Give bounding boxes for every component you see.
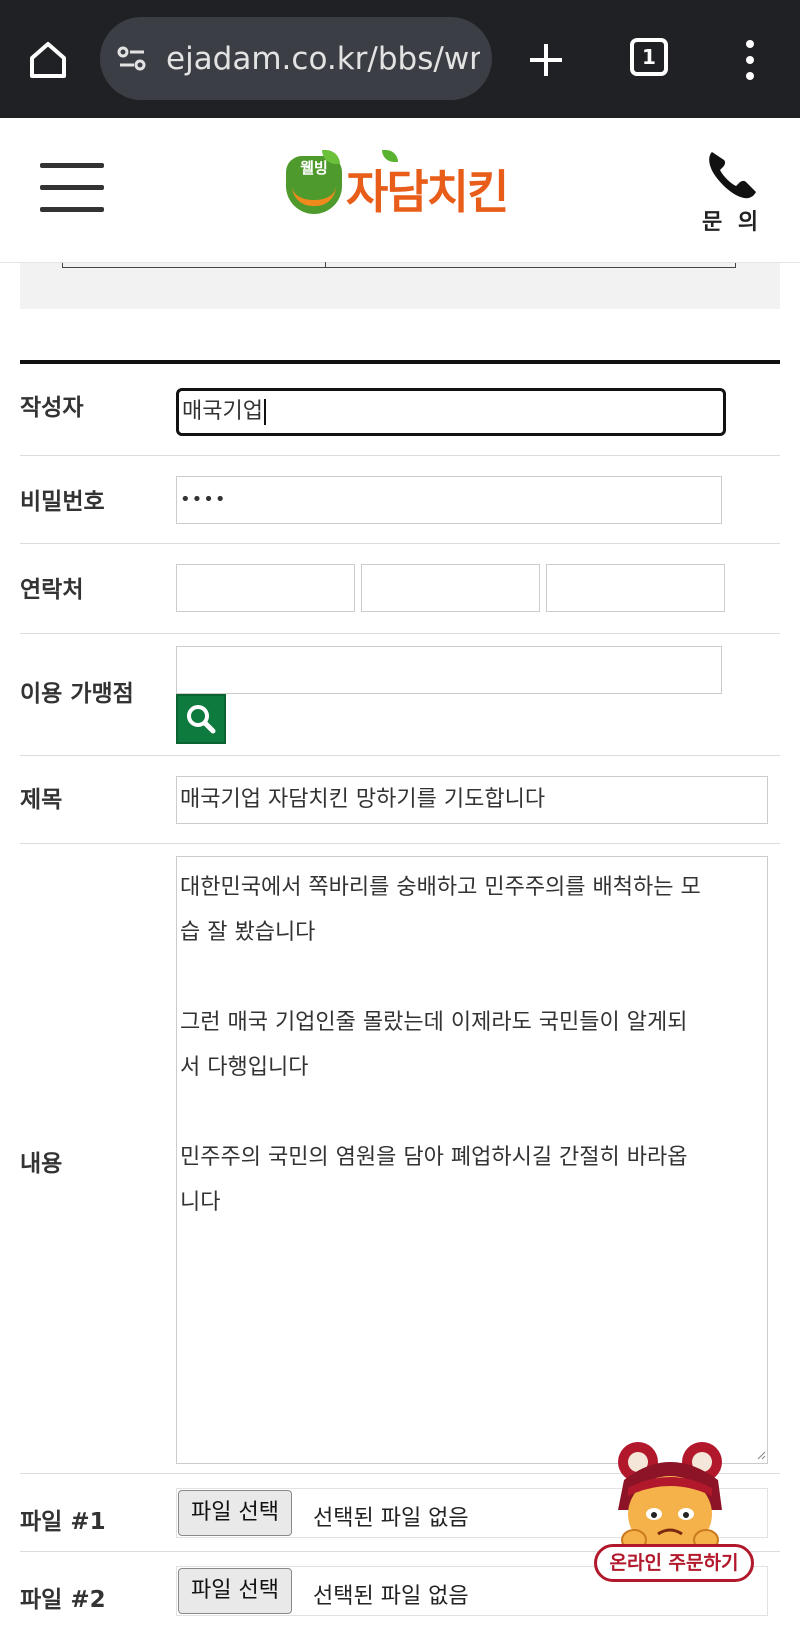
file2-status: 선택된 파일 없음 bbox=[313, 1584, 469, 1609]
subject-input[interactable]: 매국기업 자담치킨 망하기를 기도합니다 bbox=[176, 776, 768, 824]
contact-input-2[interactable] bbox=[361, 564, 540, 612]
phone-icon bbox=[709, 152, 756, 199]
url-text: ejadam.co.kr/bbs/wr bbox=[166, 41, 480, 77]
content-label: 내용 bbox=[20, 1151, 63, 1177]
text-caret bbox=[263, 399, 266, 425]
store-input[interactable] bbox=[176, 646, 722, 694]
store-row: 이용 가맹점 bbox=[20, 634, 780, 756]
subject-row: 제목 매국기업 자담치킨 망하기를 기도합니다 bbox=[20, 756, 780, 844]
file2-label: 파일 #2 bbox=[20, 1587, 106, 1613]
home-icon[interactable] bbox=[26, 38, 70, 82]
site-header: 웰빙 자담치킨 문 의 bbox=[0, 118, 800, 263]
author-input[interactable]: 매국기업 bbox=[176, 388, 726, 436]
site-logo[interactable]: 웰빙 자담치킨 bbox=[284, 150, 516, 224]
content-textarea[interactable]: 대한민국에서 쪽바리를 숭배하고 민주주의를 배척하는 모 습 잘 봤습니다 그… bbox=[176, 856, 768, 1464]
password-input[interactable]: •••• bbox=[176, 476, 722, 524]
content-row: 내용 대한민국에서 쪽바리를 숭배하고 민주주의를 배척하는 모 습 잘 봤습니… bbox=[20, 844, 780, 1474]
phone-label: 문 의 bbox=[702, 210, 760, 235]
phone-inquiry-button[interactable]: 문 의 bbox=[700, 146, 760, 236]
password-label: 비밀번호 bbox=[20, 489, 105, 515]
browser-toolbar: ejadam.co.kr/bbs/wr 1 bbox=[0, 0, 800, 118]
logo-badge: 웰빙 bbox=[286, 150, 342, 214]
author-label: 작성자 bbox=[20, 395, 84, 421]
store-label: 이용 가맹점 bbox=[20, 681, 134, 707]
contact-label: 연락처 bbox=[20, 577, 84, 603]
tab-switcher-button[interactable]: 1 bbox=[630, 38, 668, 76]
site-settings-icon[interactable] bbox=[116, 43, 148, 75]
file2-choose-button[interactable]: 파일 선택 bbox=[178, 1568, 292, 1614]
contact-row: 연락처 bbox=[20, 544, 780, 634]
contact-input-3[interactable] bbox=[546, 564, 725, 612]
contact-input-1[interactable] bbox=[176, 564, 355, 612]
file1-choose-button[interactable]: 파일 선택 bbox=[178, 1490, 292, 1536]
info-box bbox=[20, 262, 780, 309]
file1-label: 파일 #1 bbox=[20, 1509, 106, 1535]
online-order-label: 온라인 주문하기 bbox=[594, 1544, 754, 1582]
info-table-edge bbox=[62, 262, 736, 268]
password-row: 비밀번호 •••• bbox=[20, 456, 780, 544]
address-bar[interactable]: ejadam.co.kr/bbs/wr bbox=[100, 17, 492, 100]
file1-status: 선택된 파일 없음 bbox=[313, 1506, 469, 1531]
hamburger-menu-icon[interactable] bbox=[40, 163, 106, 213]
logo-name: 자담치킨 bbox=[346, 165, 509, 219]
author-row: 작성자 매국기업 bbox=[20, 364, 780, 456]
subject-label: 제목 bbox=[20, 787, 63, 813]
online-order-button[interactable]: 온라인 주문하기 bbox=[594, 1440, 758, 1602]
author-value: 매국기업 bbox=[182, 399, 263, 424]
mascot-icon bbox=[618, 1442, 722, 1552]
new-tab-icon[interactable] bbox=[524, 38, 568, 82]
more-menu-icon[interactable] bbox=[738, 38, 762, 82]
store-search-button[interactable] bbox=[176, 694, 226, 744]
search-icon bbox=[187, 705, 216, 734]
